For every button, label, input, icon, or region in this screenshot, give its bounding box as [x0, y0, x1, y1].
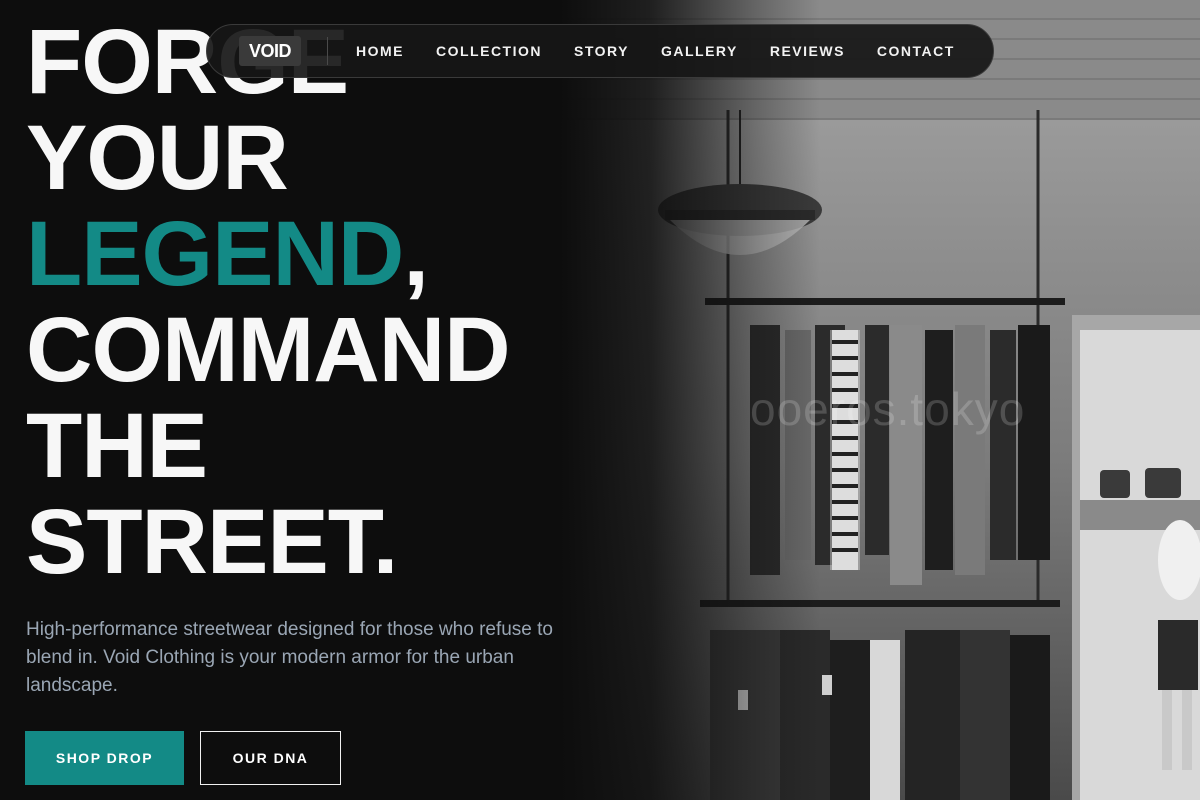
nav-link-home[interactable]: HOME — [356, 43, 404, 59]
nav-link-contact[interactable]: CONTACT — [877, 43, 955, 59]
headline-accent-word: LEGEND — [26, 203, 404, 305]
headline-line-2: YOUR — [26, 107, 289, 209]
headline-comma: , — [403, 203, 429, 305]
nav-link-gallery[interactable]: GALLERY — [661, 43, 738, 59]
photo-watermark: ooeros.tokyo — [750, 383, 1026, 435]
main-nav: VOID HOME COLLECTION STORY GALLERY REVIE… — [206, 24, 994, 78]
nav-link-story[interactable]: STORY — [574, 43, 629, 59]
headline-line-4: COMMAND — [26, 299, 511, 401]
nav-links: HOME COLLECTION STORY GALLERY REVIEWS CO… — [340, 43, 971, 59]
nav-link-reviews[interactable]: REVIEWS — [770, 43, 845, 59]
hero-subtitle: High-performance streetwear designed for… — [26, 619, 553, 696]
nav-divider — [327, 37, 328, 65]
headline-line-5: THE — [26, 395, 208, 497]
shop-drop-button[interactable]: SHOP DROP — [25, 731, 184, 785]
hero-headline: FORGE YOUR LEGEND, COMMAND THE STREET. — [26, 14, 626, 590]
our-dna-button[interactable]: OUR DNA — [200, 731, 341, 785]
nav-link-collection[interactable]: COLLECTION — [436, 43, 542, 59]
headline-line-6: STREET. — [26, 491, 398, 593]
void-logo[interactable]: VOID — [239, 36, 301, 66]
headline-line-3: LEGEND, — [26, 206, 626, 302]
